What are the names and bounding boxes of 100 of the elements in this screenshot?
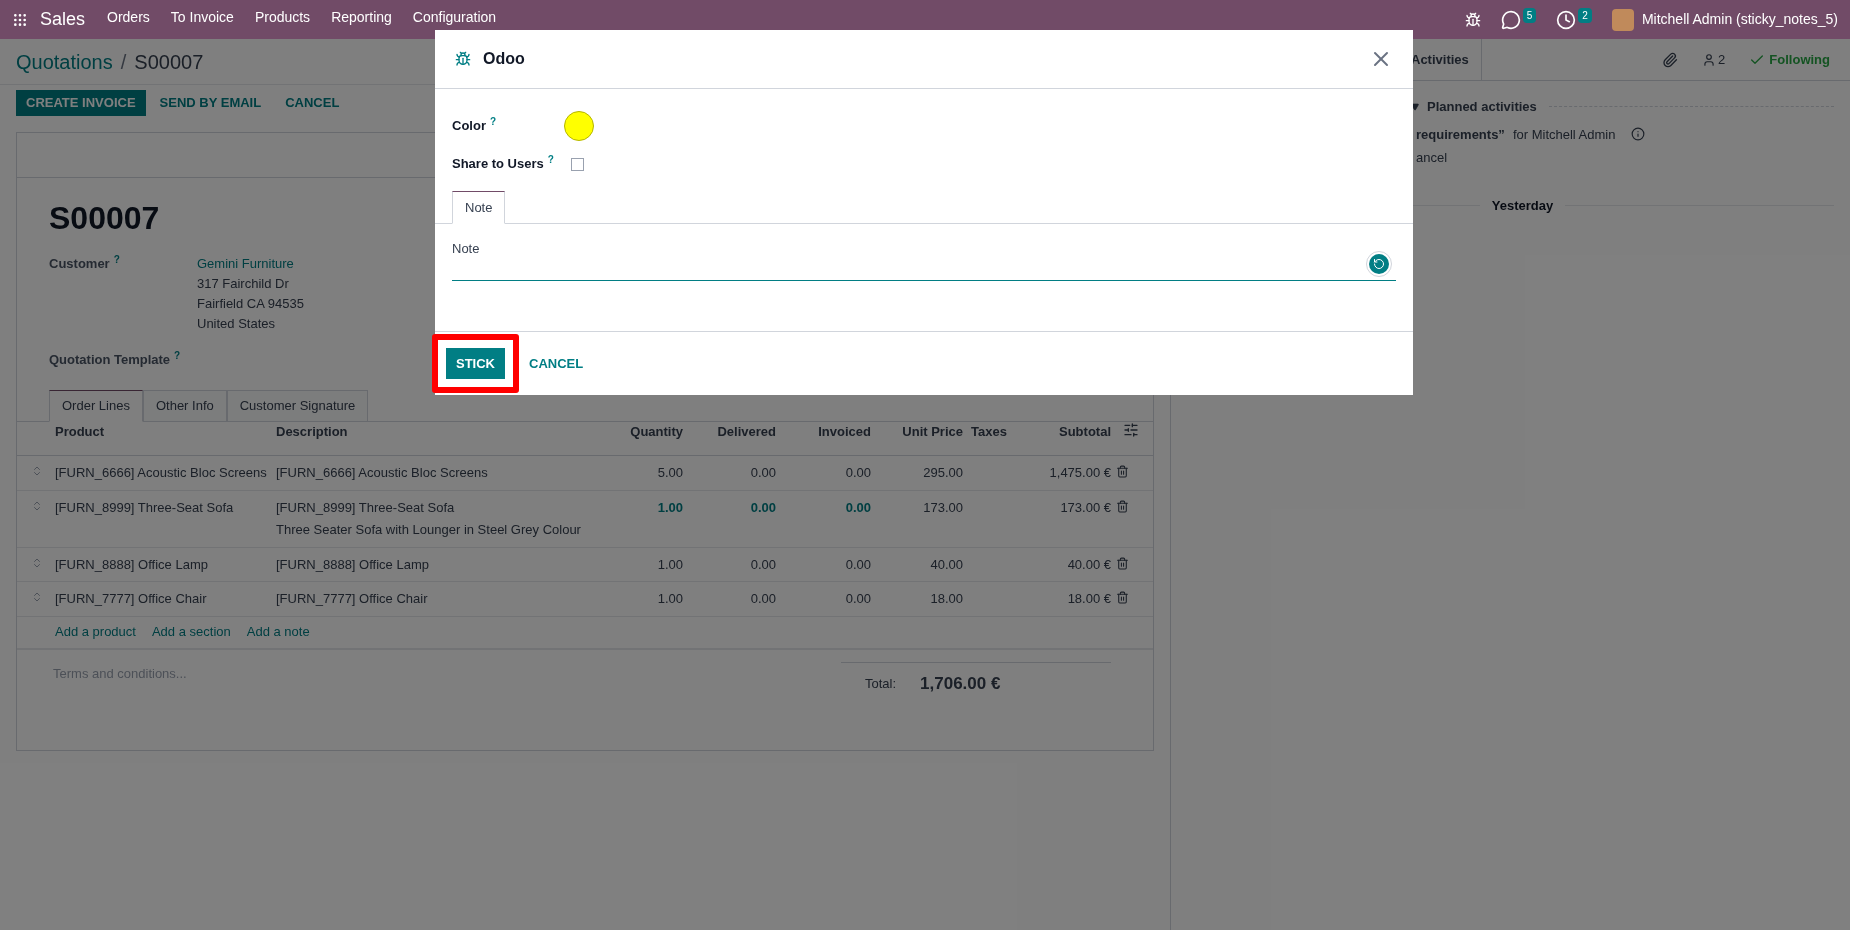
form-tab[interactable]: Customer Signature bbox=[226, 390, 369, 422]
message-count: 5 bbox=[1522, 8, 1537, 23]
table-cell-text: [FURN_8999] Three-Seat Sofa bbox=[55, 498, 235, 517]
avatar[interactable] bbox=[1611, 8, 1634, 31]
color-swatch[interactable] bbox=[564, 111, 594, 141]
menu-item[interactable]: Products bbox=[254, 8, 311, 25]
activity-title: requirements” bbox=[1416, 125, 1505, 144]
activity-count: 2 bbox=[1578, 8, 1592, 23]
form-tab[interactable]: Other Info bbox=[142, 390, 227, 422]
column-header[interactable]: Delivered bbox=[683, 422, 776, 442]
address-line: Fairfield CA 94535 bbox=[197, 295, 304, 313]
table-cell-text: [FURN_6666] Acoustic Bloc Screens bbox=[55, 464, 268, 482]
help-mark[interactable]: ? bbox=[174, 350, 181, 361]
bug-icon bbox=[455, 51, 471, 67]
address-line: 317 Fairchild Dr bbox=[197, 275, 290, 293]
table-cell-text: 0.00 bbox=[749, 555, 776, 574]
field-label: Share to Users bbox=[452, 156, 544, 172]
action-button[interactable]: CANCEL bbox=[275, 89, 350, 116]
help-mark[interactable]: ? bbox=[489, 116, 497, 128]
field-label: Customer bbox=[49, 256, 110, 271]
table-cell-text: 1.00 bbox=[656, 590, 683, 608]
form-tab[interactable]: Order Lines bbox=[49, 390, 143, 422]
table-cell-text: 0.00 bbox=[749, 498, 776, 517]
column-header[interactable]: Subtotal bbox=[1021, 422, 1111, 442]
action-button[interactable]: SEND BY EMAIL bbox=[149, 89, 272, 116]
followers-count[interactable]: 2 bbox=[1718, 49, 1726, 70]
column-header[interactable]: Taxes bbox=[963, 422, 1021, 442]
table-cell-text: 1,475.00 € bbox=[1048, 464, 1111, 482]
help-mark[interactable]: ? bbox=[547, 154, 554, 166]
drag-handle-icon[interactable] bbox=[31, 556, 43, 569]
column-settings-icon[interactable] bbox=[1123, 422, 1139, 438]
table-cell-text: [FURN_7777] Office Chair bbox=[55, 590, 208, 608]
help-mark[interactable]: ? bbox=[113, 254, 120, 265]
paperclip-icon[interactable] bbox=[1662, 51, 1679, 68]
clock-icon[interactable] bbox=[1556, 9, 1577, 30]
drag-handle-icon[interactable] bbox=[31, 465, 43, 477]
breadcrumb-separator: / bbox=[120, 49, 127, 75]
menu-item[interactable]: Configuration bbox=[412, 8, 497, 25]
column-header[interactable]: Invoiced bbox=[776, 422, 871, 442]
menu-item[interactable]: To Invoice bbox=[170, 8, 234, 25]
debug-icon[interactable] bbox=[1464, 11, 1481, 28]
user-name[interactable]: Mitchell Admin (sticky_notes_5) bbox=[1641, 9, 1838, 30]
customer-link[interactable]: Gemini Furniture bbox=[197, 254, 304, 274]
section-title[interactable]: Planned activities bbox=[1427, 97, 1537, 117]
field-label: Quotation Template bbox=[49, 352, 171, 367]
info-icon[interactable] bbox=[1631, 127, 1646, 142]
activities-button[interactable]: Activities bbox=[1411, 49, 1469, 70]
address-line: United States bbox=[197, 315, 277, 333]
trash-icon[interactable] bbox=[1116, 465, 1129, 478]
table-cell-text: 0.00 bbox=[844, 464, 871, 482]
table-cell-text: 0.00 bbox=[844, 555, 871, 574]
total-label: Total: bbox=[865, 674, 897, 693]
dialog-button[interactable]: STICK bbox=[446, 348, 505, 379]
order-number: S00007 bbox=[49, 199, 160, 238]
trash-icon[interactable] bbox=[1116, 556, 1129, 570]
breadcrumb-current: S00007 bbox=[134, 49, 204, 75]
drag-handle-icon[interactable] bbox=[31, 499, 43, 512]
apps-menu-icon[interactable] bbox=[12, 11, 28, 28]
table-cell-text: 1.00 bbox=[656, 498, 683, 517]
column-header[interactable]: Quantity bbox=[611, 422, 683, 442]
table-cell-text: 0.00 bbox=[844, 590, 871, 608]
drag-handle-icon[interactable] bbox=[31, 591, 43, 603]
table-cell-text: [FURN_8888] Office Lamp bbox=[55, 555, 209, 574]
menu-item[interactable]: Reporting bbox=[331, 8, 392, 25]
note-tab[interactable]: Note bbox=[452, 191, 506, 224]
trash-icon[interactable] bbox=[1116, 499, 1129, 513]
total-amount: 1,706.00 € bbox=[920, 672, 1001, 695]
table-cell-text: 295.00 bbox=[922, 464, 963, 482]
caret-icon[interactable] bbox=[1411, 102, 1419, 111]
dialog-button[interactable]: CANCEL bbox=[519, 348, 594, 379]
table-cell-text: 0.00 bbox=[749, 590, 776, 608]
add-link[interactable]: Add a product bbox=[55, 622, 136, 642]
table-cell-text: Three Seater Sofa with Lounger in Steel Grey Colour bbox=[276, 521, 582, 539]
table-cell-text: 173.00 bbox=[922, 498, 963, 517]
date-separator: Yesterday bbox=[1491, 196, 1554, 215]
table-cell-text: [FURN_7777] Office Chair bbox=[276, 590, 429, 608]
field-label: Color bbox=[452, 118, 486, 134]
column-header[interactable]: Description bbox=[276, 422, 611, 442]
reset-icon bbox=[1369, 254, 1389, 274]
menu-item[interactable]: Orders bbox=[107, 8, 150, 25]
breadcrumb-link[interactable]: Quotations bbox=[16, 46, 113, 77]
table-cell-text: 18.00 € bbox=[1066, 590, 1111, 608]
column-header[interactable]: Product bbox=[55, 422, 276, 442]
table-cell-text: 18.00 bbox=[929, 590, 963, 608]
table-cell-text: 173.00 € bbox=[1059, 498, 1111, 517]
cancel-link[interactable]: ancel bbox=[1416, 150, 1448, 165]
table-cell-text: 40.00 bbox=[929, 555, 963, 574]
add-link[interactable]: Add a section bbox=[151, 622, 231, 642]
table-cell-text: 5.00 bbox=[656, 464, 683, 482]
trash-icon[interactable] bbox=[1116, 591, 1129, 604]
action-button[interactable]: CREATE INVOICE bbox=[16, 89, 146, 116]
share-checkbox[interactable] bbox=[571, 157, 584, 171]
chat-icon[interactable] bbox=[1500, 9, 1521, 30]
note-field[interactable]: Note bbox=[452, 239, 1396, 281]
person-icon[interactable] bbox=[1702, 52, 1717, 67]
app-name[interactable]: Sales bbox=[40, 6, 86, 33]
add-link[interactable]: Add a note bbox=[246, 622, 310, 642]
column-header[interactable]: Unit Price bbox=[871, 422, 963, 442]
following-button[interactable]: Following bbox=[1769, 49, 1830, 70]
activity-assignee: for Mitchell Admin bbox=[1512, 125, 1616, 144]
